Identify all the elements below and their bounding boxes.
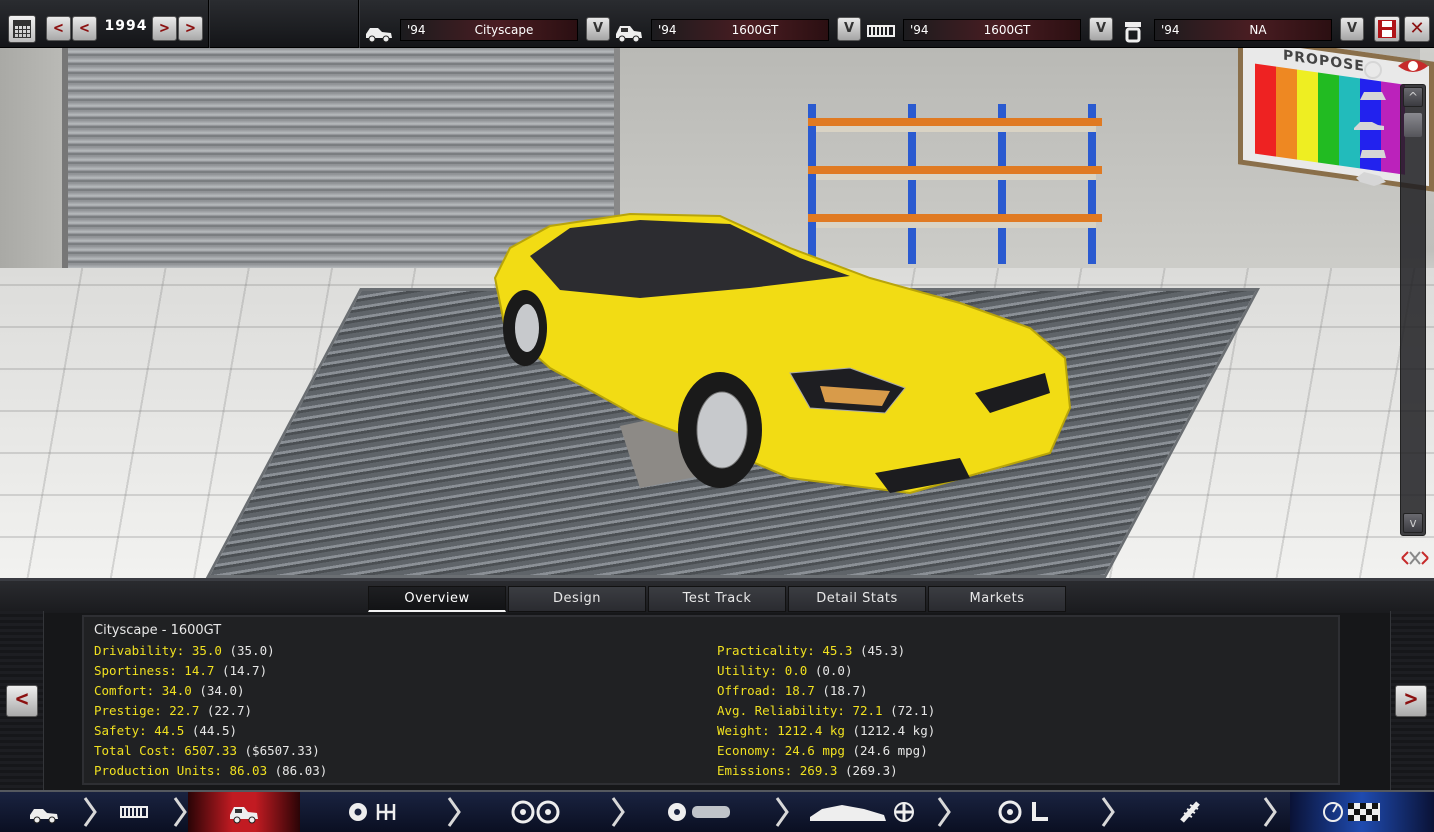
nav-testing-button[interactable]: [1322, 799, 1382, 825]
toolbar-divider: [208, 0, 210, 48]
stat-utility: Utility: 0.0 (0.0): [717, 663, 853, 678]
chevron-right-icon: [775, 797, 789, 827]
engine-selector-year: '94: [1161, 23, 1180, 37]
stat-weight: Weight: 1212.4 kg (1212.4 kg): [717, 723, 936, 738]
floppy-disk-icon: [1378, 20, 1396, 38]
tab-design[interactable]: Design: [508, 586, 646, 612]
nav-body-button[interactable]: [228, 799, 260, 825]
stat-safety: Safety: 44.5 (44.5): [94, 723, 237, 738]
chevron-right-icon: [1263, 797, 1277, 827]
tab-markets[interactable]: Markets: [928, 586, 1066, 612]
chassis-selector-name: 1600GT: [983, 23, 1031, 37]
engine-selector-dropdown-button[interactable]: V: [1340, 17, 1364, 41]
tab-detail-stats[interactable]: Detail Stats: [788, 586, 926, 612]
save-button[interactable]: [1374, 16, 1400, 42]
trim-icon: [616, 26, 642, 43]
camera-view-top-icon[interactable]: [1356, 86, 1390, 106]
calendar-grid: [13, 24, 31, 38]
engine-selector[interactable]: '94 NA: [1154, 19, 1332, 41]
bottom-navigation: [0, 790, 1434, 832]
stat-practicality: Practicality: 45.3 (45.3): [717, 643, 906, 658]
stat-offroad: Offroad: 18.7 (18.7): [717, 683, 868, 698]
nav-chassis-button[interactable]: [118, 799, 150, 825]
prev-car-button[interactable]: <: [6, 685, 38, 717]
engine-icon: [1125, 22, 1141, 43]
next-year-button[interactable]: >: [152, 16, 177, 41]
trim-selector-dropdown-button[interactable]: V: [837, 17, 861, 41]
eye-icon[interactable]: [1396, 54, 1430, 78]
stat-drivability: Drivability: 35.0 (35.0): [94, 643, 275, 658]
nav-interior-button[interactable]: [996, 799, 1052, 825]
nav-engine-gearbox-button[interactable]: [346, 799, 400, 825]
stat-avg-reliability: Avg. Reliability: 72.1 (72.1): [717, 703, 936, 718]
nav-suspension-button[interactable]: [1174, 799, 1206, 825]
top-toolbar: < < 1994 > > '94 Cityscape V '94 1600GT …: [0, 0, 1434, 48]
garage-3d-viewport[interactable]: PROPOSE ^ v: [0, 48, 1434, 578]
chevron-right-icon: [447, 797, 461, 827]
body-selector[interactable]: '94 Cityscape: [400, 19, 578, 41]
nav-aero-cooling-button[interactable]: [808, 799, 918, 825]
chassis-selector-year: '94: [910, 23, 929, 37]
camera-view-side-icon[interactable]: [1352, 114, 1386, 134]
body-selector-year: '94: [407, 23, 426, 37]
overview-stats-box: Cityscape - 1600GT Drivability: 35.0 (35…: [82, 615, 1340, 785]
year-display: 1994: [104, 18, 148, 34]
scroll-up-button[interactable]: ^: [1403, 87, 1423, 107]
chassis-selector[interactable]: '94 1600GT: [903, 19, 1081, 41]
scroll-thumb[interactable]: [1404, 113, 1422, 137]
camera-scrollbar[interactable]: ^ v: [1400, 84, 1426, 536]
stat-production-units: Production Units: 86.03 (86.03): [94, 763, 328, 778]
camera-view-angle-icon[interactable]: [1354, 168, 1388, 188]
trim-selector-year: '94: [658, 23, 677, 37]
car-body-icon: [366, 28, 392, 43]
stat-prestige: Prestige: 22.7 (22.7): [94, 703, 253, 718]
expand-view-icon[interactable]: [1398, 546, 1432, 570]
chevron-right-icon: [83, 797, 97, 827]
nav-tires-fuel-button[interactable]: [666, 799, 732, 825]
tab-test-track[interactable]: Test Track: [648, 586, 786, 612]
camera-view-front-icon[interactable]: [1356, 60, 1390, 80]
engine-selector-name: NA: [1249, 23, 1267, 37]
chevron-right-icon: [611, 797, 625, 827]
stat-comfort: Comfort: 34.0 (34.0): [94, 683, 245, 698]
next-car-button[interactable]: >: [1395, 685, 1427, 717]
car-model[interactable]: [490, 208, 1075, 508]
chassis-selector-dropdown-button[interactable]: V: [1089, 17, 1113, 41]
stats-panel: Overview Design Test Track Detail Stats …: [0, 578, 1434, 793]
trim-selector[interactable]: '94 1600GT: [651, 19, 829, 41]
close-button[interactable]: ✕: [1404, 16, 1430, 42]
stat-economy: Economy: 24.6 mpg (24.6 mpg): [717, 743, 928, 758]
rear-rim: [515, 304, 539, 352]
stat-sportiness: Sportiness: 14.7 (14.7): [94, 663, 268, 678]
trim-selector-name: 1600GT: [731, 23, 779, 37]
body-selector-dropdown-button[interactable]: V: [586, 17, 610, 41]
tab-overview[interactable]: Overview: [368, 586, 506, 612]
scroll-down-button[interactable]: v: [1403, 513, 1423, 533]
chevron-right-icon: [173, 797, 187, 827]
nav-wheels-button[interactable]: [510, 799, 562, 825]
prev-year-fast-button[interactable]: <: [46, 16, 71, 41]
chevron-right-icon: [937, 797, 951, 827]
stat-total-cost: Total Cost: 6507.33 ($6507.33): [94, 743, 320, 758]
car-title: Cityscape - 1600GT: [94, 623, 222, 638]
front-rim: [696, 391, 748, 469]
tab-bar: Overview Design Test Track Detail Stats …: [0, 581, 1434, 613]
prev-year-button[interactable]: <: [72, 16, 97, 41]
stat-emissions: Emissions: 269.3 (269.3): [717, 763, 898, 778]
chevron-right-icon: [1101, 797, 1115, 827]
toolbar-divider: [358, 0, 360, 48]
nav-vehicle-button[interactable]: [28, 799, 60, 825]
body-selector-name: Cityscape: [474, 23, 534, 37]
camera-view-rear-icon[interactable]: [1356, 142, 1390, 162]
next-year-fast-button[interactable]: >: [178, 16, 203, 41]
calendar-button[interactable]: [8, 15, 36, 43]
chassis-icon: [867, 25, 895, 37]
